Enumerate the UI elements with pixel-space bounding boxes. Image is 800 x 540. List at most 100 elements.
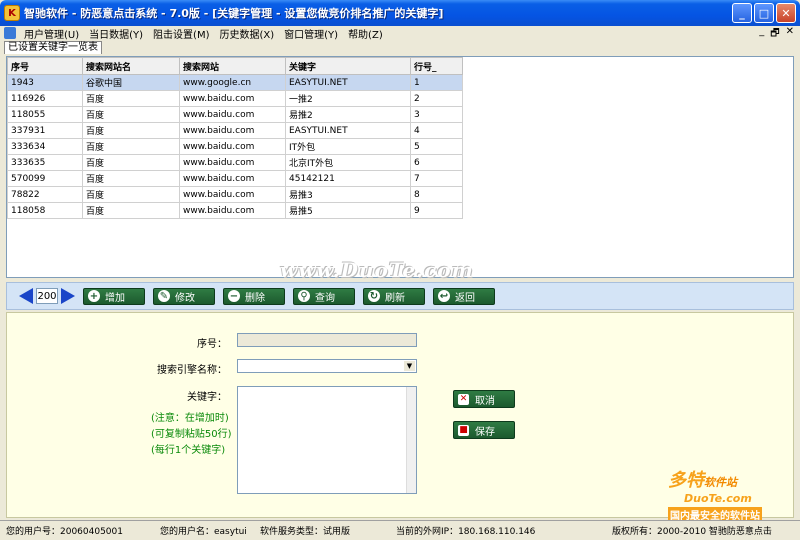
table-row[interactable]: 118058 百度 www.baidu.com 易推5 9 bbox=[7, 202, 463, 219]
keyword-grid[interactable]: 序号 搜索网站名 搜索网站 关键字 行号_ 1943 谷歌中国 www.google… bbox=[6, 56, 794, 278]
cell-site-name: 百度 bbox=[82, 170, 180, 187]
save-button-label: 保存 bbox=[475, 426, 495, 438]
cell-row-number: 5 bbox=[410, 138, 463, 155]
search-engine-label: 搜索引擎名称： bbox=[157, 365, 227, 376]
logo-suffix: 软件站 bbox=[704, 476, 737, 489]
cell-site-url: www.baidu.com bbox=[179, 138, 286, 155]
cell-row-number: 8 bbox=[410, 186, 463, 203]
cell-keyword: IT外包 bbox=[285, 138, 411, 155]
delete-icon: − bbox=[228, 290, 240, 302]
prev-page-icon[interactable] bbox=[19, 288, 33, 304]
back-icon: ↩ bbox=[438, 290, 450, 302]
cell-keyword: 45142121 bbox=[285, 170, 411, 187]
status-user-id: 您的用户号：20060405001 bbox=[6, 527, 123, 537]
page-number-field[interactable]: 200 bbox=[36, 288, 58, 304]
cell-row-number: 9 bbox=[410, 202, 463, 219]
next-page-icon[interactable] bbox=[61, 288, 75, 304]
maximize-button[interactable]: □ bbox=[754, 3, 774, 23]
save-button[interactable]: ■ 保存 bbox=[453, 421, 515, 439]
cell-keyword: 一推2 bbox=[285, 90, 411, 107]
cancel-icon: ✕ bbox=[458, 393, 469, 405]
table-row[interactable]: 337931 百度 www.baidu.com EASYTUI.NET 4 bbox=[7, 122, 463, 139]
close-button[interactable]: ✕ bbox=[776, 3, 796, 23]
cell-keyword: 北京IT外包 bbox=[285, 154, 411, 171]
note-line-1: (注意：在增加时) bbox=[151, 413, 229, 424]
menu-user-management[interactable]: 用户管理(U) bbox=[19, 26, 84, 41]
cell-id: 1943 bbox=[7, 74, 83, 91]
cell-site-url: www.baidu.com bbox=[179, 122, 286, 139]
cell-row-number: 2 bbox=[410, 90, 463, 107]
save-icon: ■ bbox=[458, 424, 469, 436]
chevron-down-icon[interactable]: ▼ bbox=[404, 361, 415, 371]
search-button[interactable]: ⚲ 查询 bbox=[293, 287, 355, 305]
keyword-textarea[interactable] bbox=[237, 386, 417, 494]
action-toolbar: 200 + 增加 ✎ 修改 − 删除 ⚲ 查询 ↻ 刷新 ↩ 返回 bbox=[6, 282, 794, 310]
column-header-id[interactable]: 序号 bbox=[7, 57, 83, 75]
delete-button-label: 删除 bbox=[245, 292, 265, 304]
keyword-label: 关键字： bbox=[187, 392, 227, 403]
status-bar: 您的用户号：20060405001 您的用户名：easytui 软件服务类型：试… bbox=[0, 520, 800, 540]
search-engine-select[interactable]: ▼ bbox=[237, 359, 417, 373]
cell-id: 118055 bbox=[7, 106, 83, 123]
status-service-type: 软件服务类型：试用版 bbox=[260, 527, 351, 537]
refresh-button[interactable]: ↻ 刷新 bbox=[363, 287, 425, 305]
add-button[interactable]: + 增加 bbox=[83, 287, 145, 305]
cell-row-number: 1 bbox=[410, 74, 463, 91]
edit-button-label: 修改 bbox=[175, 292, 195, 304]
table-row[interactable]: 118055 百度 www.baidu.com 易推2 3 bbox=[7, 106, 463, 123]
mdi-restore-button[interactable]: 🗗 bbox=[770, 26, 779, 43]
column-header-site-name[interactable]: 搜索网站名 bbox=[82, 57, 180, 75]
table-row[interactable]: 78822 百度 www.baidu.com 易推3 8 bbox=[7, 186, 463, 203]
column-header-keyword[interactable]: 关键字 bbox=[285, 57, 411, 75]
title-bar: K 智驰软件 - 防恶意点击系统 - 7.0版 - [关键字管理 - 设置您做竞… bbox=[0, 0, 800, 26]
column-header-row-number[interactable]: 行号_ bbox=[410, 57, 463, 75]
textarea-scrollbar[interactable] bbox=[406, 387, 416, 493]
duote-logo: 多特软件站 DuoTe.com 国内最安全的软件站 bbox=[668, 466, 762, 522]
menu-history-data[interactable]: 历史数据(X) bbox=[214, 26, 279, 41]
table-row[interactable]: 333635 百度 www.baidu.com 北京IT外包 6 bbox=[7, 154, 463, 171]
cell-id: 116926 bbox=[7, 90, 83, 107]
cell-site-name: 谷歌中国 bbox=[82, 74, 180, 91]
cell-row-number: 4 bbox=[410, 122, 463, 139]
back-button[interactable]: ↩ 返回 bbox=[433, 287, 495, 305]
status-user-name: 您的用户名：easytui bbox=[160, 527, 247, 537]
cell-site-url: www.google.cn bbox=[179, 74, 286, 91]
edit-button[interactable]: ✎ 修改 bbox=[153, 287, 215, 305]
table-row[interactable]: 1943 谷歌中国 www.google.cn EASYTUI.NET 1 bbox=[7, 74, 463, 91]
cell-id: 337931 bbox=[7, 122, 83, 139]
cell-keyword: EASYTUI.NET bbox=[285, 122, 411, 139]
delete-button[interactable]: − 删除 bbox=[223, 287, 285, 305]
table-row[interactable]: 116926 百度 www.baidu.com 一推2 2 bbox=[7, 90, 463, 107]
cell-site-url: www.baidu.com bbox=[179, 154, 286, 171]
cell-row-number: 7 bbox=[410, 170, 463, 187]
cancel-button[interactable]: ✕ 取消 bbox=[453, 390, 515, 408]
cell-id: 78822 bbox=[7, 186, 83, 203]
mdi-minimize-button[interactable]: _ bbox=[759, 26, 764, 43]
tab-keyword-list[interactable]: 已设置关键字一览表 bbox=[4, 41, 102, 54]
menu-bar: 用户管理(U) 当日数据(Y) 阻击设置(M) 历史数据(X) 窗口管理(Y) … bbox=[0, 26, 800, 43]
cell-row-number: 6 bbox=[410, 154, 463, 171]
menu-block-settings[interactable]: 阻击设置(M) bbox=[148, 26, 214, 41]
table-row[interactable]: 333634 百度 www.baidu.com IT外包 5 bbox=[7, 138, 463, 155]
id-field bbox=[237, 333, 417, 347]
tab-strip: 已设置关键字一览表 bbox=[4, 40, 102, 54]
app-logo-icon: K bbox=[4, 5, 20, 21]
cell-site-name: 百度 bbox=[82, 138, 180, 155]
keyword-table: 序号 搜索网站名 搜索网站 关键字 行号_ 1943 谷歌中国 www.google… bbox=[7, 57, 463, 219]
window-title: 智驰软件 - 防恶意点击系统 - 7.0版 - [关键字管理 - 设置您做竞价排… bbox=[24, 7, 444, 20]
cell-site-name: 百度 bbox=[82, 122, 180, 139]
minimize-button[interactable]: _ bbox=[732, 3, 752, 23]
cell-keyword: 易推3 bbox=[285, 186, 411, 203]
menu-help[interactable]: 帮助(Z) bbox=[343, 26, 388, 41]
cell-site-url: www.baidu.com bbox=[179, 170, 286, 187]
column-header-site-url[interactable]: 搜索网站 bbox=[179, 57, 286, 75]
menu-daily-data[interactable]: 当日数据(Y) bbox=[84, 26, 148, 41]
add-button-label: 增加 bbox=[105, 292, 125, 304]
cell-site-name: 百度 bbox=[82, 106, 180, 123]
mdi-close-button[interactable]: ✕ bbox=[786, 26, 794, 43]
table-row[interactable]: 570099 百度 www.baidu.com 45142121 7 bbox=[7, 170, 463, 187]
cell-row-number: 3 bbox=[410, 106, 463, 123]
refresh-button-label: 刷新 bbox=[385, 292, 405, 304]
logo-name: 多特 bbox=[668, 470, 704, 491]
menu-window-management[interactable]: 窗口管理(Y) bbox=[279, 26, 343, 41]
